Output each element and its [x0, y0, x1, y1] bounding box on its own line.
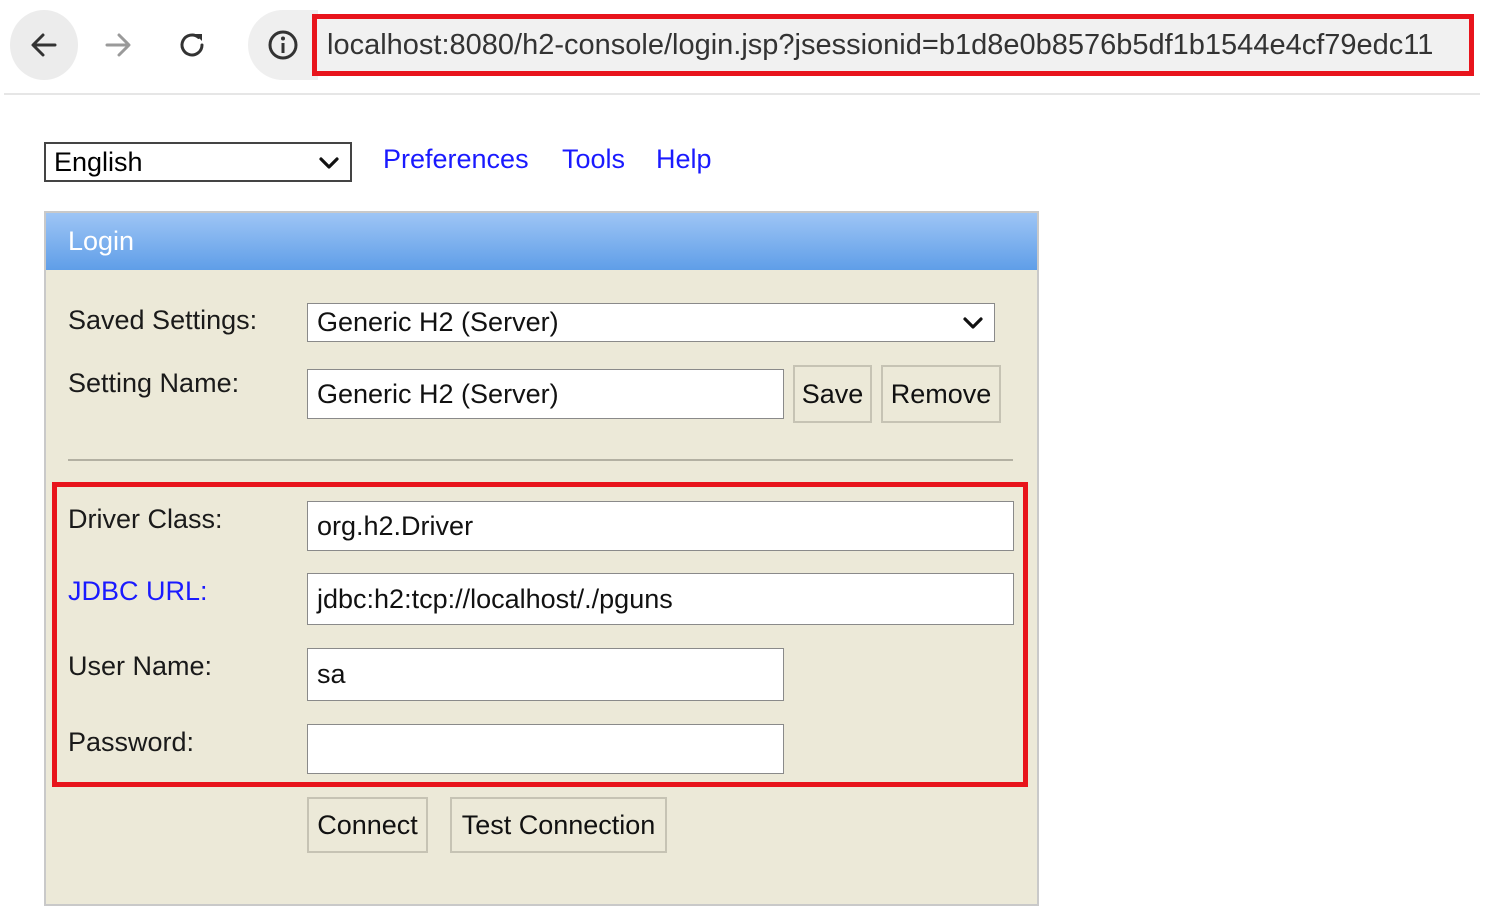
help-link[interactable]: Help — [656, 144, 712, 175]
jdbc-url-value: jdbc:h2:tcp://localhost/./pguns — [317, 583, 673, 614]
connect-button[interactable]: Connect — [307, 797, 428, 853]
arrow-left-icon — [31, 33, 57, 57]
info-icon — [268, 30, 298, 60]
reload-icon — [180, 33, 204, 57]
toolbar-divider — [4, 93, 1480, 95]
back-button[interactable] — [10, 10, 78, 80]
site-info-button[interactable] — [248, 10, 318, 80]
driver-class-label: Driver Class: — [68, 504, 223, 534]
driver-class-input[interactable]: org.h2.Driver — [307, 501, 1014, 551]
password-label: Password: — [68, 727, 195, 757]
forward-button[interactable] — [84, 10, 152, 80]
saved-settings-select[interactable]: Generic H2 (Server) — [307, 303, 995, 342]
chevron-down-icon — [319, 157, 339, 169]
section-divider — [68, 459, 1013, 461]
driver-class-value: org.h2.Driver — [317, 510, 474, 541]
save-button[interactable]: Save — [793, 365, 872, 423]
preferences-link[interactable]: Preferences — [383, 144, 529, 175]
reload-button[interactable] — [158, 10, 226, 80]
address-bar-url: localhost:8080/h2-console/login.jsp?jses… — [327, 28, 1434, 61]
login-header: Login — [46, 213, 1037, 270]
address-bar[interactable]: localhost:8080/h2-console/login.jsp?jses… — [312, 14, 1474, 76]
tools-link[interactable]: Tools — [562, 144, 625, 175]
saved-settings-value: Generic H2 (Server) — [317, 307, 559, 337]
user-name-input[interactable]: sa — [307, 648, 784, 701]
test-connection-button[interactable]: Test Connection — [450, 797, 667, 853]
login-title: Login — [68, 226, 135, 256]
setting-name-label: Setting Name: — [68, 368, 240, 398]
browser-toolbar: localhost:8080/h2-console/login.jsp?jses… — [0, 0, 1489, 95]
chevron-down-icon — [963, 317, 983, 329]
setting-name-value: Generic H2 (Server) — [317, 378, 559, 409]
setting-name-input[interactable]: Generic H2 (Server) — [307, 369, 784, 419]
saved-settings-label: Saved Settings: — [68, 305, 258, 335]
language-select[interactable]: English — [44, 142, 352, 182]
arrow-right-icon — [105, 33, 131, 57]
jdbc-url-help-link[interactable]: JDBC URL: — [68, 576, 208, 607]
remove-button[interactable]: Remove — [881, 365, 1001, 423]
language-select-value: English — [54, 146, 143, 177]
user-name-value: sa — [317, 659, 346, 689]
user-name-label: User Name: — [68, 651, 213, 681]
password-input[interactable] — [307, 724, 784, 774]
jdbc-url-input[interactable]: jdbc:h2:tcp://localhost/./pguns — [307, 573, 1014, 625]
